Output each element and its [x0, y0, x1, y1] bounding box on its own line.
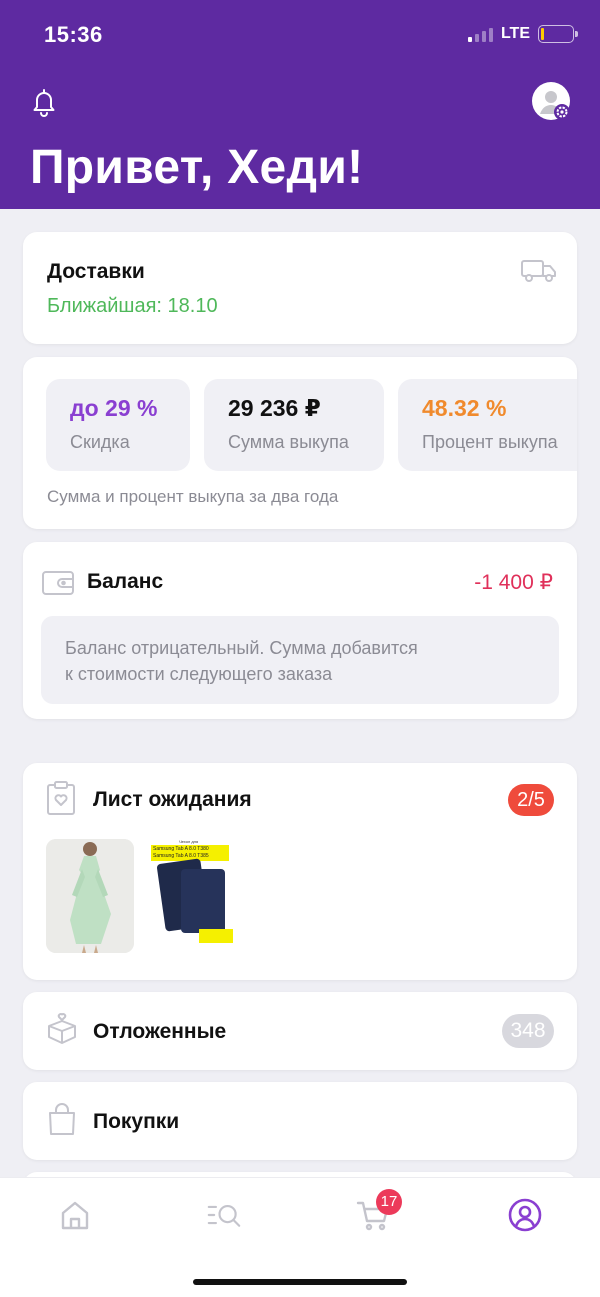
balance-card[interactable]: Баланс -1 400 ₽ Баланс отрицательный. Су…	[23, 542, 577, 719]
clipboard-heart-icon	[47, 781, 75, 815]
balance-amount: -1 400 ₽	[474, 571, 553, 594]
gift-box-icon	[48, 1013, 76, 1044]
profile-icon[interactable]	[508, 1198, 542, 1232]
balance-note-line-2: к стоимости следующего заказа	[65, 664, 333, 684]
waitlist-title: Лист ожидания	[93, 788, 252, 811]
discount-stat: до 29 % Скидка	[46, 379, 190, 471]
cart-count-badge: 17	[376, 1189, 402, 1215]
wallet-icon	[42, 571, 74, 595]
purchases-title: Покупки	[93, 1110, 180, 1133]
product-caption-2: Samsung Tab A 8.0 T380	[153, 846, 209, 852]
app-header: 15:36 LTE Привет, Хеди!	[0, 0, 600, 209]
waitlist-product-image-1[interactable]	[46, 839, 134, 953]
truck-icon	[521, 260, 556, 282]
waitlist-card[interactable]: Лист ожидания 2/5 Чехол для Samsung Tab …	[23, 763, 577, 980]
purchase-percent-value: 48.32 %	[422, 395, 507, 421]
discount-label: Скидка	[70, 432, 130, 452]
purchase-sum-label: Сумма выкупа	[228, 432, 349, 452]
home-indicator[interactable]	[193, 1279, 407, 1285]
shopping-bag-icon	[49, 1103, 75, 1135]
product-caption-3: Samsung Tab A 8.0 T385	[153, 853, 209, 859]
bell-icon[interactable]	[28, 86, 60, 118]
battery-icon	[538, 25, 578, 43]
product-caption-1: Чехол для	[179, 839, 199, 844]
deferred-count-badge: 348	[502, 1014, 554, 1048]
signal-icon	[467, 26, 493, 42]
waitlist-product-image-2[interactable]: Чехол для Samsung Tab A 8.0 T380 Samsung…	[147, 839, 235, 953]
network-type: LTE	[500, 25, 530, 42]
deliveries-card[interactable]: Доставки Ближайшая: 18.10	[23, 232, 577, 344]
balance-title: Баланс	[87, 570, 164, 593]
nearest-delivery: Ближайшая: 18.10	[47, 295, 218, 317]
purchase-percent-stat: 48.32 % Процент выкупа	[398, 379, 577, 471]
discount-value: до 29 %	[70, 395, 158, 421]
balance-note: Баланс отрицательный. Сумма добавится к …	[41, 616, 559, 704]
stats-scroller[interactable]: до 29 % Скидка 29 236 ₽ Сумма выкупа 48.…	[46, 379, 577, 473]
dress-image	[46, 839, 134, 953]
stats-note: Сумма и процент выкупа за два года	[47, 487, 339, 506]
purchase-percent-label: Процент выкупа	[422, 432, 558, 452]
purchases-row[interactable]: Покупки	[23, 1082, 577, 1160]
purchase-sum-stat: 29 236 ₽ Сумма выкупа	[204, 379, 384, 471]
purchase-sum-value: 29 236 ₽	[228, 395, 321, 421]
deferred-title: Отложенные	[93, 1020, 227, 1043]
profile-settings-icon[interactable]	[532, 82, 572, 122]
greeting-title: Привет, Хеди!	[30, 141, 364, 194]
balance-note-line-1: Баланс отрицательный. Сумма добавится	[65, 638, 418, 658]
home-icon[interactable]	[58, 1198, 92, 1232]
deferred-row[interactable]: Отложенные 348	[23, 992, 577, 1070]
purchase-stats-card: до 29 % Скидка 29 236 ₽ Сумма выкупа 48.…	[23, 357, 577, 529]
catalog-search-icon[interactable]	[207, 1198, 241, 1232]
status-indicators: LTE	[467, 25, 578, 43]
waitlist-count-badge: 2/5	[508, 784, 554, 816]
status-time: 15:36	[44, 22, 103, 47]
deliveries-title: Доставки	[47, 260, 145, 283]
